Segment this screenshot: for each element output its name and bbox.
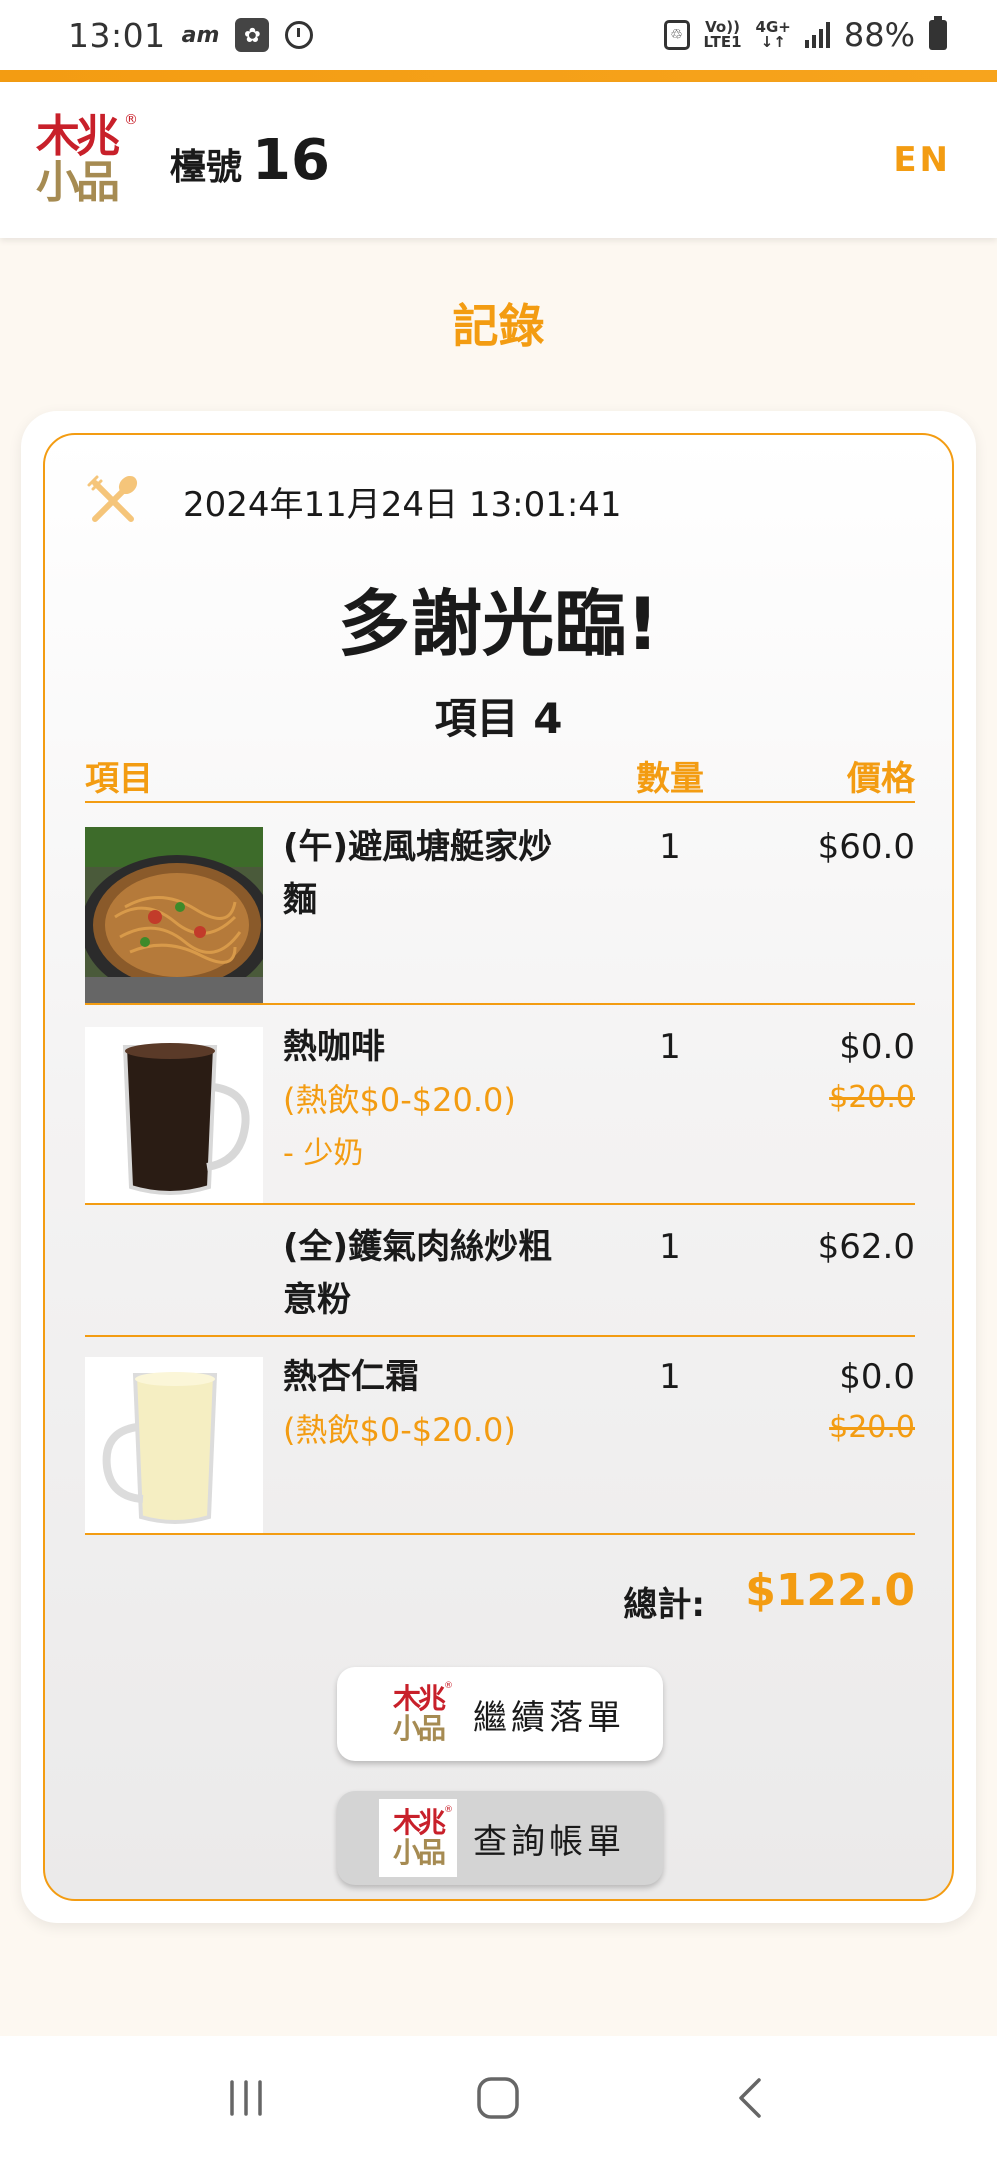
signal-icon [804, 22, 830, 48]
logo-top-text: 木兆 [392, 1682, 446, 1715]
view-bill-button[interactable]: 木兆 小品 ® 查詢帳單 [337, 1791, 663, 1885]
logo-bottom-text: 小品 [392, 1836, 446, 1869]
home-button[interactable] [458, 2058, 538, 2138]
item-price-value: $62.0 [817, 1227, 915, 1267]
brand-logo[interactable]: 木兆 小品 ® [36, 111, 138, 208]
battery-percent: 88% [843, 16, 915, 54]
page-title: 記錄 [452, 299, 545, 353]
view-bill-label: 查詢帳單 [473, 1821, 625, 1862]
fork-spoon-icon [87, 475, 138, 522]
item-original-price: $20.0 [829, 1080, 915, 1115]
column-header-price: 價格 [847, 759, 915, 799]
item-image-hot-almond [85, 1357, 263, 1533]
logo-bottom-text: 小品 [36, 157, 120, 208]
volte-bottom: LTE1 [703, 33, 742, 51]
item-price: $0.0 $20.0 [829, 1021, 915, 1122]
item-quantity: 1 [659, 1357, 681, 1397]
order-item-row: (午)避風塘艇家炒麵 1 $60.0 [85, 805, 915, 1005]
item-name-text: 熱杏仁霜 [283, 1357, 419, 1397]
table-number-label: 檯號 [170, 146, 243, 188]
order-date: 2024年11月24日 13:01:41 [183, 484, 622, 525]
item-count-label: 項目 [434, 694, 519, 743]
item-name-text: (全)鑊氣肉絲炒粗意粉 [283, 1227, 553, 1320]
item-combo-note: (熱飲$0-$20.0) [283, 1411, 516, 1449]
back-icon [739, 2078, 761, 2118]
item-name: 熱咖啡 (熱飲$0-$20.0) - 少奶 [283, 1021, 583, 1180]
receipt-card: 2024年11月24日 13:01:41 多謝光臨! 項目 4 項目 數量 價格 [21, 411, 976, 1923]
item-price: $0.0 $20.0 [829, 1351, 915, 1452]
item-price-value: $0.0 [839, 1027, 915, 1067]
item-combo-note: (熱飲$0-$20.0) [283, 1081, 516, 1119]
item-original-price: $20.0 [829, 1410, 915, 1445]
receipt-card-inner: 2024年11月24日 13:01:41 多謝光臨! 項目 4 項目 數量 價格 [43, 433, 954, 1901]
item-count-value: 4 [533, 694, 563, 743]
item-image-fried-noodles [85, 827, 263, 1003]
language-toggle-button[interactable]: EN [893, 140, 951, 180]
alarm-icon [285, 21, 314, 49]
item-modifier: - 少奶 [283, 1136, 364, 1171]
back-button[interactable] [711, 2058, 791, 2138]
item-count: 項目 4 [45, 685, 952, 746]
logo-registered-mark: ® [124, 112, 138, 128]
status-bar: 13:01 am ✿ ♲ Vo)) LTE1 4G+ ↓↑ 88% [0, 0, 997, 70]
status-time: 13:01 [68, 15, 166, 55]
thank-you-heading: 多謝光臨! [338, 582, 659, 666]
recycle-icon: ♲ [663, 20, 690, 50]
volte-indicator: Vo)) LTE1 [704, 20, 742, 50]
network-type-label: 4G+ [755, 18, 791, 36]
order-item-row: 熱咖啡 (熱飲$0-$20.0) - 少奶 1 $0.0 $20.0 [85, 1005, 915, 1205]
recent-apps-icon [230, 2080, 262, 2116]
continue-ordering-button[interactable]: 木兆 小品 ® 繼續落單 [337, 1667, 663, 1761]
status-right: ♲ Vo)) LTE1 4G+ ↓↑ 88% [663, 16, 947, 54]
order-item-row: (全)鑊氣肉絲炒粗意粉 1 $62.0 [85, 1205, 915, 1337]
item-quantity: 1 [659, 827, 681, 867]
item-price-value: $0.0 [839, 1357, 915, 1397]
home-icon [477, 2077, 520, 2119]
status-left: 13:01 am ✿ [68, 15, 314, 55]
am-icon: am [181, 22, 220, 48]
item-name: (全)鑊氣肉絲炒粗意粉 [283, 1221, 583, 1327]
item-quantity: 1 [659, 1227, 681, 1267]
total-row: 總計: $122.0 [85, 1565, 915, 1625]
item-quantity: 1 [659, 1027, 681, 1067]
item-price-value: $60.0 [817, 827, 915, 867]
total-value: $122.0 [745, 1565, 915, 1616]
item-price: $62.0 [818, 1221, 915, 1274]
recent-apps-button[interactable] [206, 2058, 286, 2138]
table-number: 檯號 16 [170, 128, 330, 193]
receipt-table-header: 項目 數量 價格 [85, 751, 915, 803]
column-header-quantity: 數量 [636, 759, 704, 799]
order-item-row: 熱杏仁霜 (熱飲$0-$20.0) 1 $0.0 $20.0 [85, 1337, 915, 1535]
logo-registered-mark: ® [444, 1681, 453, 1691]
table-number-value: 16 [252, 127, 330, 193]
logo-bottom-text: 小品 [392, 1712, 446, 1745]
app-notification-icon: ✿ [235, 18, 270, 52]
order-date-row: 2024年11月24日 13:01:41 [85, 473, 622, 529]
item-name-text: (午)避風塘艇家炒麵 [283, 827, 553, 920]
brand-logo-small: 木兆 小品 ® [379, 1799, 457, 1877]
item-price: $60.0 [818, 821, 915, 874]
total-label: 總計: [623, 1585, 705, 1625]
app-header: 木兆 小品 ® 檯號 16 EN [0, 82, 997, 238]
logo-registered-mark: ® [444, 1805, 453, 1815]
column-header-item: 項目 [85, 759, 153, 799]
logo-top-text: 木兆 [36, 111, 120, 162]
item-name: (午)避風塘艇家炒麵 [283, 821, 583, 927]
logo-top-text: 木兆 [392, 1806, 446, 1839]
battery-icon [929, 16, 947, 50]
network-type: 4G+ ↓↑ [755, 18, 791, 51]
item-image-hot-coffee [85, 1027, 263, 1203]
continue-ordering-label: 繼續落單 [473, 1697, 625, 1738]
system-nav-bar [0, 2036, 997, 2160]
item-name-text: 熱咖啡 [283, 1027, 385, 1067]
accent-line [0, 70, 997, 82]
item-name: 熱杏仁霜 (熱飲$0-$20.0) [283, 1351, 583, 1457]
brand-logo-small: 木兆 小品 ® [379, 1675, 457, 1753]
